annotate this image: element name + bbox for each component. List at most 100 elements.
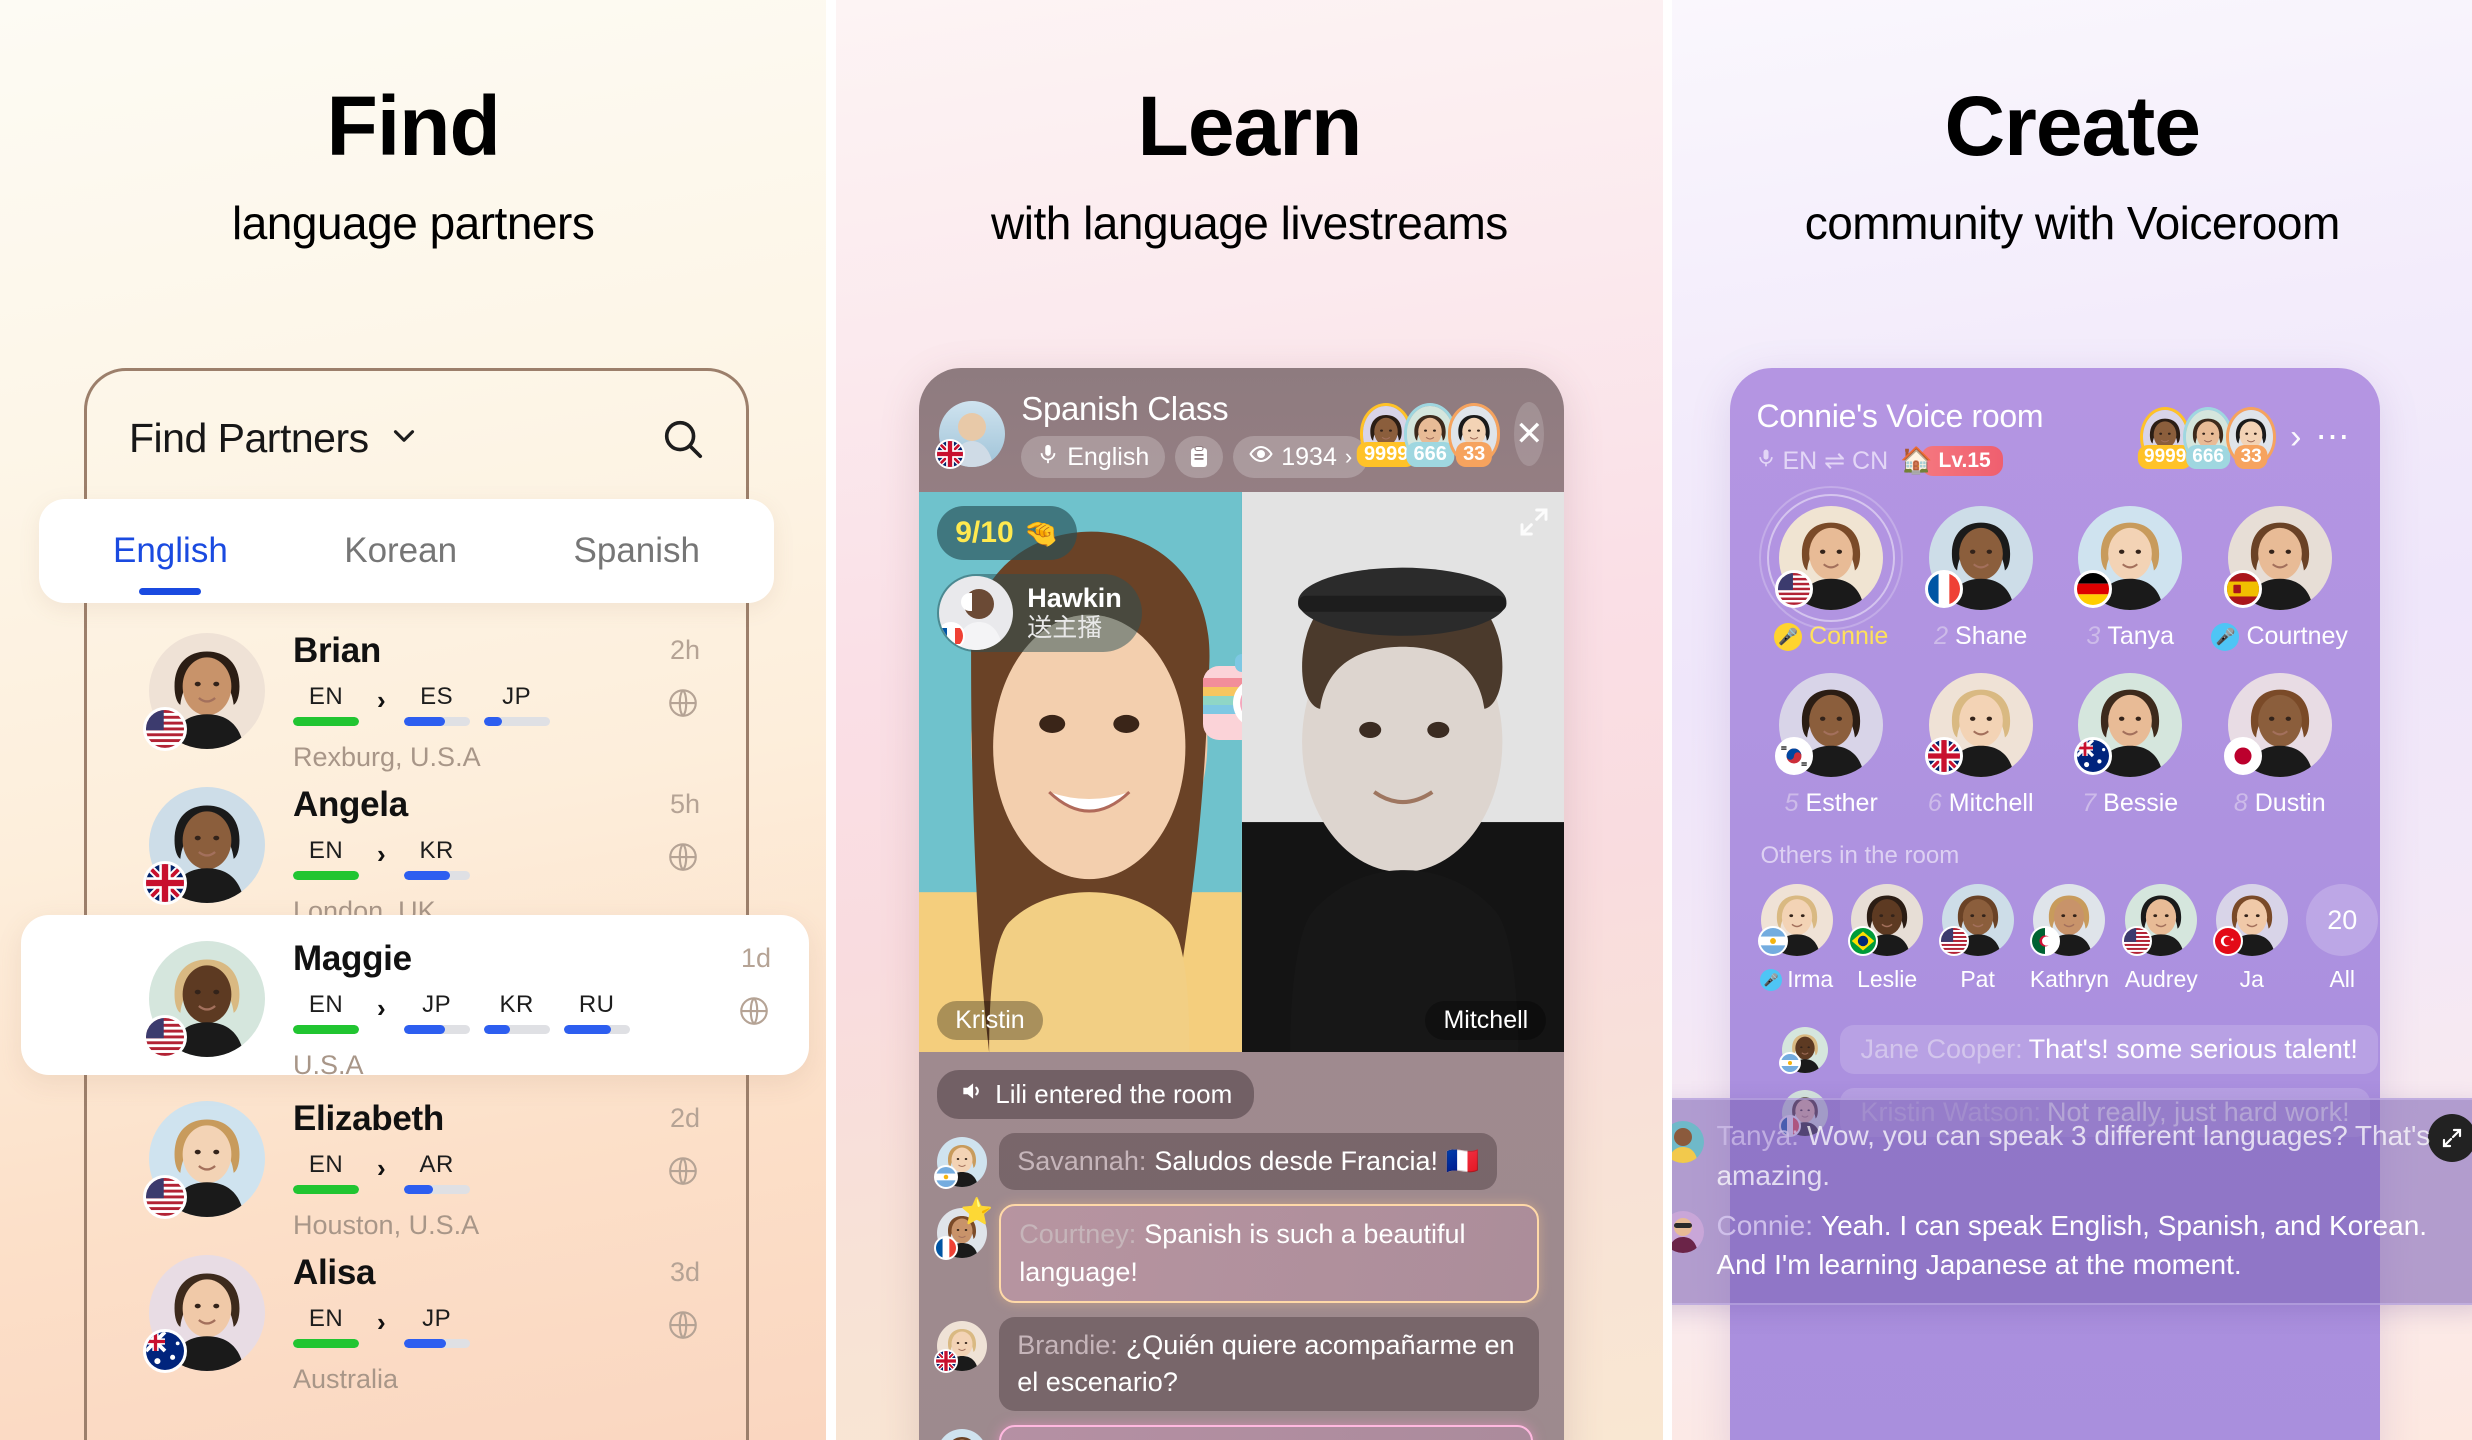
collapse-icon[interactable] [1518, 506, 1550, 543]
other-member[interactable]: Pat [1938, 884, 2015, 993]
language-tabs[interactable]: English Korean Spanish [39, 499, 774, 603]
chat-message: Jane Cooper: That's! some serious talent! [1779, 1025, 2380, 1074]
avatar[interactable] [934, 1137, 988, 1189]
top-supporter[interactable]: 33 [1448, 403, 1501, 467]
top-supporters[interactable]: 9999 666 33 [1356, 403, 1501, 467]
avatar[interactable] [1848, 884, 1924, 956]
host-avatar[interactable] [935, 401, 1006, 469]
avatar[interactable] [1779, 1026, 1829, 1074]
avatar[interactable] [143, 1255, 265, 1373]
top-supporters[interactable]: 9999 666 33 [2138, 407, 2277, 469]
avatar[interactable] [2030, 884, 2106, 956]
search-icon[interactable] [660, 416, 706, 462]
avatar[interactable] [1938, 884, 2014, 956]
avatar[interactable] [2074, 506, 2183, 610]
globe-icon[interactable] [666, 1154, 700, 1188]
avatar[interactable]: ⭐ [934, 1196, 993, 1261]
voiceroom-seat[interactable]: 3 Tanya [2055, 506, 2205, 651]
voiceroom-seat[interactable]: 🎤 Courtney [2205, 506, 2355, 651]
partner-row[interactable]: Maggie EN › JP KR RU U.S.A 1d [21, 915, 809, 1080]
other-member[interactable]: Audrey [2122, 884, 2199, 993]
globe-icon[interactable] [666, 1308, 700, 1342]
partner-row[interactable]: Brian EN › ES JP Rexburg, U.S.A 2h [87, 607, 746, 772]
globe-icon[interactable] [666, 686, 700, 720]
language-code: EN [308, 683, 344, 710]
voiceroom-seat[interactable]: 8 Dustin [2205, 673, 2355, 818]
avatar[interactable] [1757, 884, 1833, 956]
chevron-right-icon: › [377, 1153, 386, 1183]
video-right[interactable]: Mitchell [1241, 492, 1565, 1052]
language-pair-label: EN ⇌ CN [1782, 446, 1889, 475]
chevron-right-icon: › [377, 993, 386, 1023]
voiceroom-seat[interactable]: 2 Shane [1906, 506, 2056, 651]
avatar[interactable] [143, 1101, 265, 1219]
more-dots-icon[interactable]: ⋯ [2315, 417, 2352, 457]
other-member[interactable]: Ja [2212, 884, 2290, 993]
gift-sender-avatar [939, 576, 1014, 650]
avatar[interactable] [1924, 673, 2033, 777]
voiceroom-seat[interactable]: 6 Mitchell [1906, 673, 2056, 818]
proficiency-bar [403, 1339, 470, 1348]
language-chip[interactable]: English [1021, 436, 1166, 478]
seat-label: 7 Bessie [2082, 789, 2178, 818]
view-all-members[interactable]: 20 All [2304, 884, 2380, 993]
progress-badge: 9/10 🤏 [937, 506, 1077, 560]
viewer-count: 1934 [1281, 442, 1337, 471]
avatar[interactable] [2074, 673, 2183, 777]
flag-kr-icon [1775, 737, 1814, 775]
avatar[interactable] [2212, 884, 2288, 956]
voiceroom-seat[interactable]: 🎤 Connie [1756, 486, 1906, 651]
chevron-down-icon[interactable] [387, 419, 421, 458]
globe-icon[interactable] [666, 840, 700, 874]
avatar[interactable] [2122, 884, 2198, 956]
panel-3-heading-block: Create community with Voiceroom [1672, 0, 2472, 250]
tab-english[interactable]: English [113, 531, 228, 571]
viewer-count-chip[interactable]: 1934 › [1233, 436, 1369, 478]
other-member[interactable]: Kathryn [2030, 884, 2109, 993]
flag-ar-icon [1779, 1051, 1802, 1074]
featured-message: Tanya: Wow, you can speak 3 different lan… [1672, 1116, 2468, 1196]
page-title: Find [326, 79, 501, 173]
voiceroom-seat[interactable]: 7 Bessie [2055, 673, 2205, 818]
other-member[interactable]: 🎤 Irma [1757, 884, 1834, 993]
top-supporter[interactable]: 33 [2226, 407, 2277, 469]
proficiency-bar [293, 1025, 359, 1034]
native-language: EN [293, 837, 359, 880]
avatar[interactable] [1924, 506, 2033, 610]
avatar[interactable] [2223, 673, 2332, 777]
house-icon: 🏠 [1900, 445, 1933, 475]
avatar[interactable] [1775, 673, 1884, 777]
globe-icon[interactable] [737, 994, 771, 1028]
partner-row[interactable]: Angela EN › KR London, UK 5h [87, 761, 746, 926]
avatar[interactable] [143, 633, 265, 751]
learning-language: RU [563, 991, 630, 1034]
other-member[interactable]: Leslie [1848, 884, 1925, 993]
flag-br-icon [1848, 926, 1879, 956]
avatar[interactable] [143, 787, 265, 905]
proficiency-bar [293, 717, 359, 726]
close-icon[interactable]: ✕ [1514, 402, 1545, 466]
chevron-right-icon[interactable]: › [2290, 418, 2301, 457]
chat-message: Brandie: ¿Quién quiere acompañarme en el … [934, 1316, 1546, 1412]
partner-row[interactable]: Alisa EN › JP Australia 3d [87, 1229, 746, 1394]
avatar[interactable] [143, 941, 265, 1059]
partner-row[interactable]: Elizabeth EN › AR Houston, U.S.A 2d [87, 1075, 746, 1240]
tab-korean[interactable]: Korean [344, 531, 457, 571]
video-left[interactable]: 9/10 🤏 Hawkin 送主播 Kristin [919, 492, 1242, 1052]
avatar[interactable] [2223, 506, 2332, 610]
progress-value: 9/10 [955, 516, 1014, 549]
language-code: EN [308, 1151, 344, 1178]
avatar[interactable] [1759, 486, 1904, 630]
seat-label: 6 Mitchell [1928, 789, 2034, 818]
flag-us-icon [1938, 926, 1969, 956]
language-code: JP [502, 683, 532, 710]
flag-au-icon [143, 1329, 187, 1373]
avatar[interactable] [934, 1320, 988, 1373]
find-partners-phone: Find Partners English Korean Spanish Bri… [21, 368, 809, 1440]
clipboard-icon[interactable] [1175, 436, 1224, 478]
tab-spanish[interactable]: Spanish [574, 531, 700, 571]
find-partners-title[interactable]: Find Partners [129, 415, 369, 462]
voiceroom-seat[interactable]: 5 Esther [1756, 673, 1906, 818]
avatar[interactable]: 💗 [937, 1429, 988, 1440]
seat-label: 🎤 Courtney [2211, 622, 2348, 651]
